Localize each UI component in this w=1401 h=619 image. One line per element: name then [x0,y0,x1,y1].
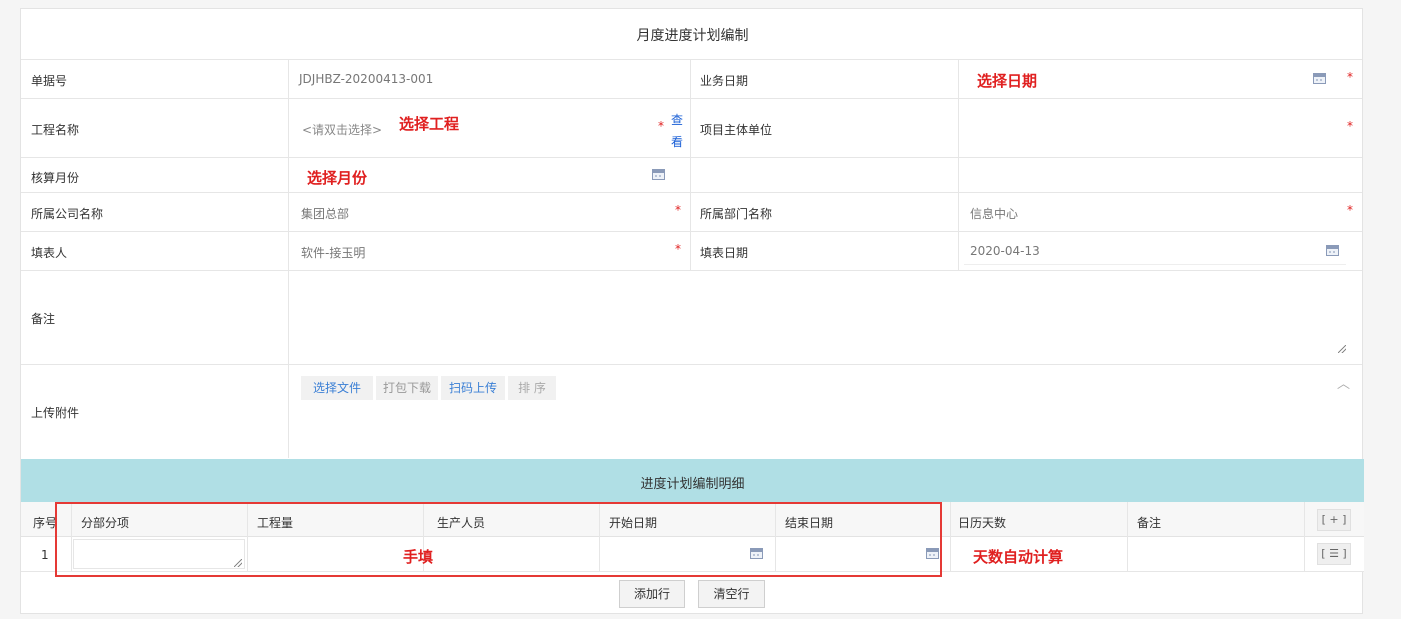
view-link-char-1: 查 [671,113,684,127]
scan-upload-button[interactable]: 扫码上传 [441,376,505,400]
doc-no-label: 单据号 [31,74,68,88]
row-menu-button[interactable]: [ ☰ ] [1317,543,1351,565]
detail-title: 进度计划编制明细 [640,477,745,492]
project-owner-label: 项目主体单位 [700,123,773,137]
view-link-char-2: 看 [671,135,684,149]
attachment-label: 上传附件 [31,406,80,420]
biz-date-label: 业务日期 [700,74,749,88]
col-header-remark: 备注 [1137,516,1162,530]
department-value[interactable]: 信息中心 [970,205,1018,222]
calendar-icon[interactable] [652,169,665,180]
col-header-calendar-days: 日历天数 [958,516,1007,530]
filler-label: 填表人 [31,246,68,260]
clear-rows-button[interactable]: 清空行 [698,580,765,608]
company-label: 所属公司名称 [31,207,104,221]
col-header-index: 序号 [33,516,58,530]
account-month-annotation: 选择月份 [307,169,368,187]
highlight-box [55,502,942,577]
fill-date-value: 2020-04-13 [970,244,1040,258]
sort-button[interactable]: 排 序 [508,376,556,400]
remark-label: 备注 [31,312,56,326]
add-column-button[interactable]: [ + ] [1317,509,1351,531]
add-row-button[interactable]: 添加行 [619,580,685,608]
required-mark: * [1347,203,1353,217]
project-name-label: 工程名称 [31,123,80,137]
choose-file-button[interactable]: 选择文件 [301,376,373,400]
required-mark: * [675,242,681,256]
project-name-placeholder: <请双击选择> [302,123,383,137]
auto-days-annotation: 天数自动计算 [973,548,1064,566]
required-mark: * [1347,119,1353,133]
company-value[interactable]: 集团总部 [301,205,349,222]
remark-textarea[interactable] [289,271,1350,355]
calendar-icon[interactable] [1326,245,1339,256]
form-title: 月度进度计划编制 [636,28,749,44]
collapse-chevron-icon[interactable]: ︿ [1337,373,1350,392]
view-link[interactable]: 查 看 [671,109,683,153]
row-index: 1 [41,548,49,562]
filler-value[interactable]: 软件-接玉明 [301,244,365,261]
account-month-label: 核算月份 [31,171,80,185]
fill-date-label: 填表日期 [700,246,749,260]
calendar-icon[interactable] [1313,73,1326,84]
remark-input[interactable] [1129,539,1302,569]
project-owner-input[interactable] [969,103,1329,151]
required-mark: * [675,203,681,217]
required-mark: * [1347,70,1353,84]
doc-no-value: JDJHBZ-20200413-001 [299,72,434,86]
resize-handle-icon[interactable] [1338,345,1346,353]
project-name-annotation: 选择工程 [399,115,460,133]
department-label: 所属部门名称 [700,207,773,221]
required-mark: * [658,119,664,133]
biz-date-annotation: 选择日期 [977,72,1038,90]
pack-download-button[interactable]: 打包下载 [376,376,438,400]
